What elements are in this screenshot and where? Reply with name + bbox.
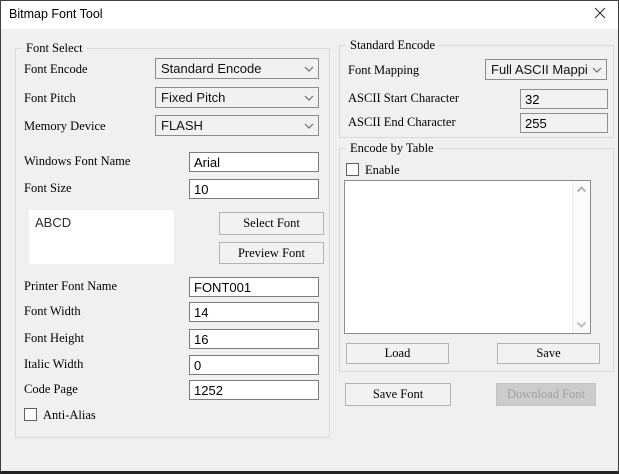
enable-checkbox[interactable] [346,163,359,176]
italic-width-input[interactable] [189,355,319,375]
windows-font-name-label: Windows Font Name [24,154,131,168]
ascii-start-character-label: ASCII Start Character [348,91,460,105]
italic-width-label: Italic Width [24,357,84,371]
download-font-button: Download Font [496,383,596,406]
font-width-label: Font Width [24,304,81,318]
preview-font-button-label: Preview Font [237,245,305,260]
chevron-down-icon [300,123,318,129]
code-page-input[interactable] [189,380,319,400]
ascii-end-character-input[interactable] [520,113,608,133]
anti-alias-label: Anti-Alias [43,408,96,422]
font-height-input[interactable] [189,329,319,349]
font-encode-label: Font Encode [24,62,88,76]
load-button[interactable]: Load [346,343,449,364]
font-size-input[interactable] [189,179,319,199]
encode-by-table-group: Encode by Table Enable Load Save [339,141,614,372]
font-preview-box: ABCD [29,210,174,264]
font-encode-dropdown[interactable]: Standard Encode [155,58,319,79]
ascii-end-character-label: ASCII End Character [348,115,456,129]
code-page-label: Code Page [24,382,78,396]
font-pitch-dropdown[interactable]: Fixed Pitch [155,87,319,108]
enable-label: Enable [365,163,400,177]
close-icon [594,6,606,24]
printer-font-name-input[interactable] [189,277,319,297]
titlebar[interactable]: Bitmap Font Tool [1,1,618,29]
save-font-button-label: Save Font [372,387,424,401]
standard-encode-group-title: Standard Encode [346,38,440,53]
bitmap-font-tool-dialog: Bitmap Font Tool Font Select Font Encode… [0,0,619,474]
font-select-group: Font Select Font Encode Standard Encode … [15,41,330,438]
select-font-button[interactable]: Select Font [219,212,324,235]
memory-device-value: FLASH [161,118,203,133]
memory-device-label: Memory Device [24,119,106,133]
font-pitch-value: Fixed Pitch [161,90,226,105]
load-button-label: Load [384,346,411,360]
chevron-down-icon [300,95,318,101]
memory-device-dropdown[interactable]: FLASH [155,115,319,136]
font-mapping-value: Full ASCII Mapping [491,62,588,77]
window-title: Bitmap Font Tool [9,7,103,21]
font-preview-text: ABCD [35,215,72,230]
close-button[interactable] [584,1,616,29]
encode-table-listbox[interactable] [344,180,591,334]
font-mapping-label: Font Mapping [348,63,420,77]
chevron-down-icon [300,66,318,72]
preview-font-button[interactable]: Preview Font [219,242,324,264]
font-select-group-title: Font Select [22,41,87,56]
scroll-down-icon[interactable] [573,321,590,328]
anti-alias-checkbox[interactable] [24,408,37,421]
font-size-label: Font Size [24,181,72,195]
font-height-label: Font Height [24,331,85,345]
printer-font-name-label: Printer Font Name [24,279,118,293]
save-font-button[interactable]: Save Font [345,383,451,406]
select-font-button-label: Select Font [243,216,300,230]
listbox-scrollbar[interactable] [572,181,590,333]
save-button-label: Save [536,346,561,360]
chevron-down-icon [588,67,606,73]
encode-by-table-group-title: Encode by Table [346,141,438,156]
font-mapping-dropdown[interactable]: Full ASCII Mapping [485,59,607,80]
save-button[interactable]: Save [497,343,600,364]
download-font-button-label: Download Font [506,387,586,401]
font-encode-value: Standard Encode [161,61,262,76]
scroll-up-icon[interactable] [573,186,590,193]
font-pitch-label: Font Pitch [24,91,76,105]
ascii-start-character-input[interactable] [520,89,608,109]
font-width-input[interactable] [189,302,319,322]
windows-font-name-input[interactable] [189,152,319,172]
standard-encode-group: Standard Encode Font Mapping Full ASCII … [339,38,614,138]
